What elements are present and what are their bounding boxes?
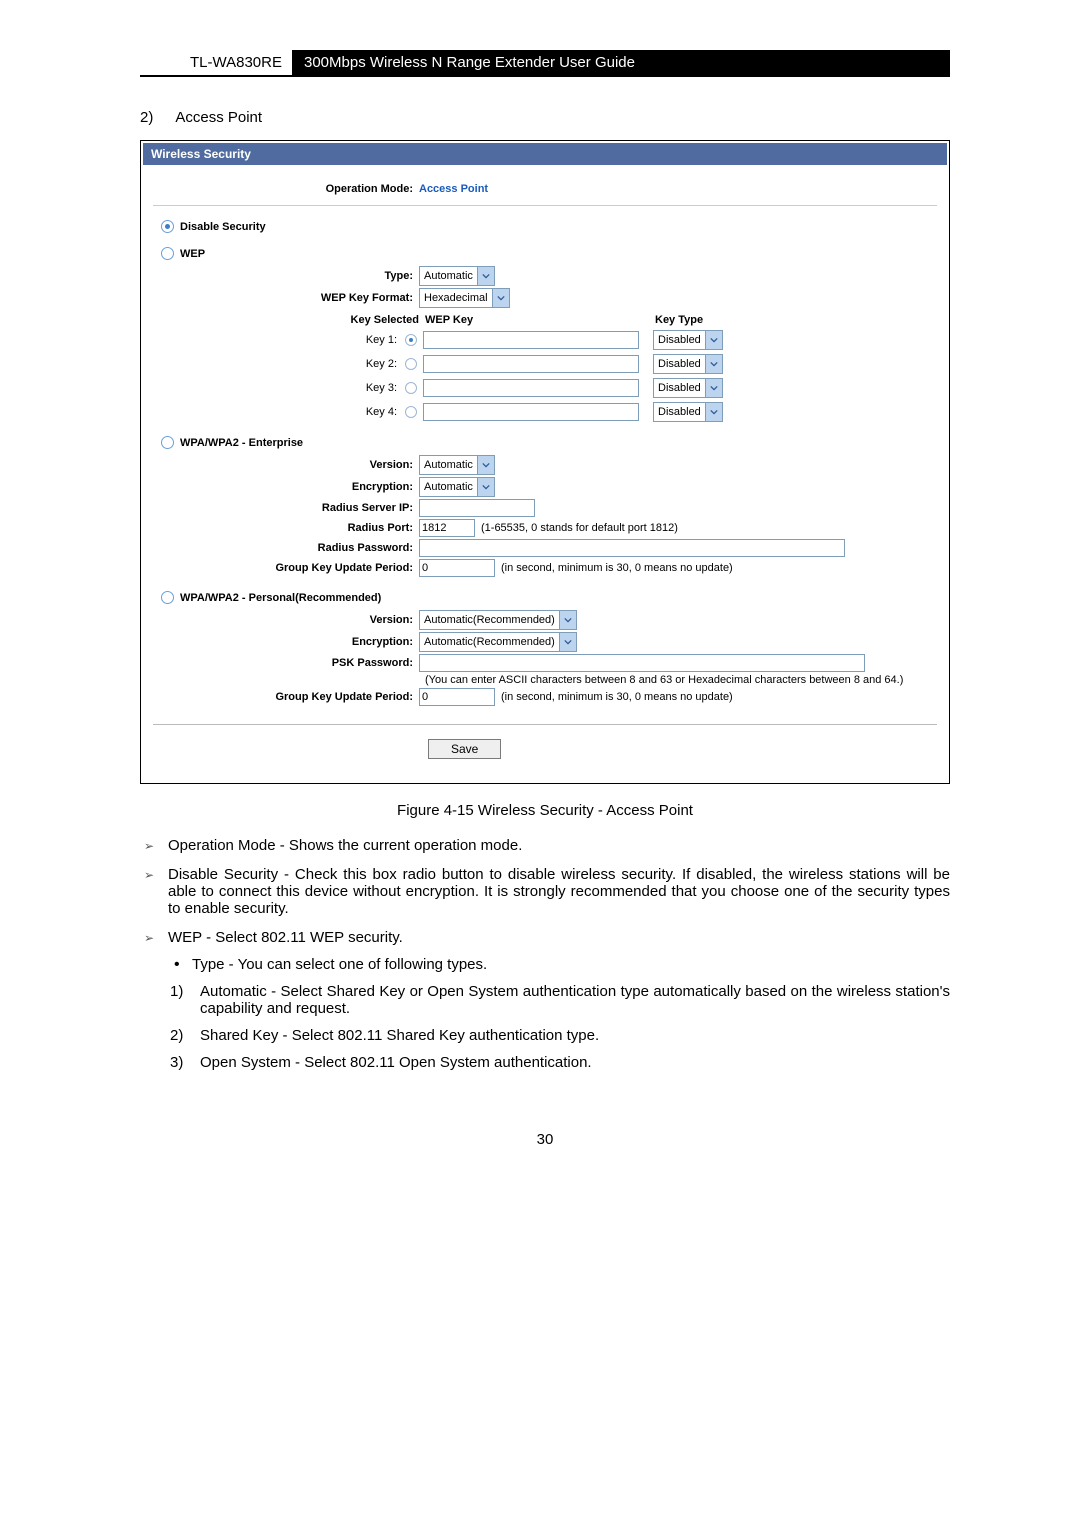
list-item: Type - You can select one of following t… xyxy=(168,956,950,973)
page-number: 30 xyxy=(140,1131,950,1148)
psk-hint: (You can enter ASCII characters between … xyxy=(425,674,903,686)
key2-type-select[interactable]: Disabled xyxy=(653,354,723,374)
wep-key-row: Key 4: Disabled xyxy=(153,402,937,422)
figure-caption: Figure 4-15 Wireless Security - Access P… xyxy=(140,802,950,819)
key3-input[interactable] xyxy=(423,379,639,397)
wep-type-label: Type: xyxy=(153,270,419,282)
wep-label: WEP xyxy=(180,248,205,260)
list-item: WEP - Select 802.11 WEP security. Type -… xyxy=(140,929,950,1071)
wep-type-select[interactable]: Automatic xyxy=(419,266,495,286)
key1-input[interactable] xyxy=(423,331,639,349)
radius-server-input[interactable] xyxy=(419,499,535,517)
key1-type-select[interactable]: Disabled xyxy=(653,330,723,350)
key2-input[interactable] xyxy=(423,355,639,373)
chevron-down-icon xyxy=(477,478,494,496)
wep-format-select[interactable]: Hexadecimal xyxy=(419,288,510,308)
personal-label: WPA/WPA2 - Personal(Recommended) xyxy=(180,592,381,604)
device-model: TL-WA830RE xyxy=(140,50,292,75)
ent-encryption-label: Encryption: xyxy=(153,481,419,493)
chevron-down-icon xyxy=(477,456,494,474)
wep-key-row: Key 2: Disabled xyxy=(153,354,937,374)
operation-mode-value: Access Point xyxy=(419,183,488,195)
section-number: 2) xyxy=(140,109,172,126)
key-selected-header: Key Selected xyxy=(153,314,425,326)
list-item: Operation Mode - Shows the current opera… xyxy=(140,837,950,854)
radio-icon xyxy=(161,247,174,260)
radius-port-label: Radius Port: xyxy=(153,522,419,534)
pers-encryption-label: Encryption: xyxy=(153,636,419,648)
list-item: 3)Open System - Select 802.11 Open Syste… xyxy=(168,1054,950,1071)
save-button[interactable]: Save xyxy=(428,739,501,759)
key-type-header: Key Type xyxy=(655,314,703,326)
pers-gkup-label: Group Key Update Period: xyxy=(153,691,419,703)
ent-version-label: Version: xyxy=(153,459,419,471)
radio-icon xyxy=(161,591,174,604)
section-heading: 2) Access Point xyxy=(140,109,950,126)
chevron-down-icon xyxy=(705,379,722,397)
wep-format-label: WEP Key Format: xyxy=(153,292,419,304)
wep-key-row: Key 1: Disabled xyxy=(153,330,937,350)
ent-gkup-label: Group Key Update Period: xyxy=(153,562,419,574)
pers-version-select[interactable]: Automatic(Recommended) xyxy=(419,610,577,630)
enterprise-option[interactable]: WPA/WPA2 - Enterprise xyxy=(161,436,937,449)
pers-encryption-select[interactable]: Automatic(Recommended) xyxy=(419,632,577,652)
pers-version-label: Version: xyxy=(153,614,419,626)
page-header: TL-WA830RE 300Mbps Wireless N Range Exte… xyxy=(140,50,950,77)
key1-radio[interactable] xyxy=(403,334,419,346)
wep-key-header: WEP Key xyxy=(425,314,655,326)
psk-label: PSK Password: xyxy=(153,657,419,669)
chevron-down-icon xyxy=(705,331,722,349)
chevron-down-icon xyxy=(492,289,509,307)
description-list: Operation Mode - Shows the current opera… xyxy=(140,837,950,1071)
radius-password-input[interactable] xyxy=(419,539,845,557)
chevron-down-icon xyxy=(477,267,494,285)
key3-radio[interactable] xyxy=(403,382,419,394)
radius-port-hint: (1-65535, 0 stands for default port 1812… xyxy=(481,522,678,534)
key3-type-select[interactable]: Disabled xyxy=(653,378,723,398)
operation-mode-label: Operation Mode: xyxy=(153,183,419,195)
chevron-down-icon xyxy=(559,633,576,651)
radio-icon xyxy=(161,436,174,449)
radio-icon xyxy=(161,220,174,233)
chevron-down-icon xyxy=(705,355,722,373)
list-item: 1)Automatic - Select Shared Key or Open … xyxy=(168,983,950,1017)
disable-security-label: Disable Security xyxy=(180,221,266,233)
ent-gkup-hint: (in second, minimum is 30, 0 means no up… xyxy=(501,562,733,574)
pers-gkup-hint: (in second, minimum is 30, 0 means no up… xyxy=(501,691,733,703)
ent-gkup-input[interactable] xyxy=(419,559,495,577)
wireless-security-panel: Wireless Security Operation Mode: Access… xyxy=(140,140,950,784)
panel-title: Wireless Security xyxy=(143,143,947,165)
doc-title: 300Mbps Wireless N Range Extender User G… xyxy=(292,50,950,75)
list-item: 2)Shared Key - Select 802.11 Shared Key … xyxy=(168,1027,950,1044)
psk-input[interactable] xyxy=(419,654,865,672)
chevron-down-icon xyxy=(559,611,576,629)
chevron-down-icon xyxy=(705,403,722,421)
radius-server-label: Radius Server IP: xyxy=(153,502,419,514)
wep-option[interactable]: WEP xyxy=(161,247,937,260)
pers-gkup-input[interactable] xyxy=(419,688,495,706)
key4-radio[interactable] xyxy=(403,406,419,418)
key4-type-select[interactable]: Disabled xyxy=(653,402,723,422)
ent-version-select[interactable]: Automatic xyxy=(419,455,495,475)
radius-port-input[interactable] xyxy=(419,519,475,537)
personal-option[interactable]: WPA/WPA2 - Personal(Recommended) xyxy=(161,591,937,604)
list-item: Disable Security - Check this box radio … xyxy=(140,866,950,917)
enterprise-label: WPA/WPA2 - Enterprise xyxy=(180,437,303,449)
key4-input[interactable] xyxy=(423,403,639,421)
radius-password-label: Radius Password: xyxy=(153,542,419,554)
section-title: Access Point xyxy=(175,109,262,126)
ent-encryption-select[interactable]: Automatic xyxy=(419,477,495,497)
key2-radio[interactable] xyxy=(403,358,419,370)
disable-security-option[interactable]: Disable Security xyxy=(161,220,937,233)
wep-key-row: Key 3: Disabled xyxy=(153,378,937,398)
